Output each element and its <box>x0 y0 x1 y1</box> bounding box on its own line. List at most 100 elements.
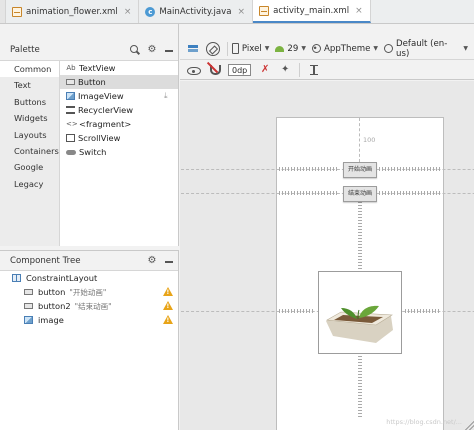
tab-animation-flower-xml[interactable]: animation_flower.xml × <box>6 0 140 23</box>
palette-category-common[interactable]: Common <box>0 61 59 78</box>
minimize-icon[interactable] <box>164 256 174 266</box>
xml-file-icon <box>12 6 22 17</box>
constraint-layout-icon <box>12 274 21 282</box>
constraint-spring <box>379 167 441 171</box>
palette-category-widgets[interactable]: Widgets <box>0 110 59 126</box>
palette-item-imageview[interactable]: ImageView <box>60 89 178 103</box>
close-icon[interactable]: × <box>124 7 132 17</box>
constraint-guide <box>359 118 360 162</box>
watermark: https://blog.csdn.net/... <box>386 418 462 426</box>
android-icon <box>275 45 285 52</box>
tree-node-image[interactable]: image <box>0 313 178 327</box>
textview-icon: Ab <box>66 64 76 72</box>
tree-node-constraintlayout[interactable]: ConstraintLayout <box>0 271 178 285</box>
tab-label: activity_main.xml <box>273 5 350 16</box>
chevron-down-icon: ▼ <box>264 45 270 52</box>
component-tree-body: ConstraintLayout button "开始动画" button2 "… <box>0 270 178 430</box>
theme-icon <box>311 44 321 53</box>
palette-item-label: RecyclerView <box>78 105 134 115</box>
api-level-dropdown[interactable]: 29 ▼ <box>275 44 306 54</box>
palette-items: Ab TextView Button ImageView RecyclerVie… <box>60 61 178 246</box>
switch-icon <box>66 149 76 155</box>
palette-category-text[interactable]: Text <box>0 77 59 93</box>
xml-file-icon <box>259 5 270 16</box>
constraint-toolbar: 0dp ✗ ✦ <box>180 60 474 80</box>
warning-icon[interactable] <box>163 315 173 324</box>
constraint-spring <box>358 202 362 270</box>
palette-item-recyclerview[interactable]: RecyclerView <box>60 103 178 117</box>
design-toolbar: Pixel ▼ 29 ▼ AppTheme ▼ Default (en-us) … <box>180 38 474 60</box>
palette-item-scrollview[interactable]: ScrollView <box>60 131 178 145</box>
clear-constraints-icon[interactable]: ✗ <box>258 63 272 77</box>
download-icon[interactable]: ⤓ <box>164 91 172 100</box>
palette-category-layouts[interactable]: Layouts <box>0 127 59 143</box>
close-icon[interactable]: × <box>238 7 246 17</box>
tab-label: animation_flower.xml <box>26 6 118 17</box>
palette-item-label: <fragment> <box>79 119 132 129</box>
infer-constraints-icon[interactable]: ✦ <box>278 63 292 77</box>
button-icon <box>24 289 33 295</box>
close-icon[interactable]: × <box>355 6 363 16</box>
palette-category-google[interactable]: Google <box>0 159 59 175</box>
design-canvas: 100 开始动画 结束动画 https://blog.csdn.net/... <box>180 81 474 430</box>
stop-animation-button[interactable]: 结束动画 <box>343 186 377 202</box>
tree-node-button[interactable]: button "开始动画" <box>0 285 178 299</box>
device-dropdown[interactable]: Pixel ▼ <box>231 43 270 54</box>
palette-item-label: ScrollView <box>78 133 121 143</box>
palette-item-fragment[interactable]: <> <fragment> <box>60 117 178 131</box>
palette-item-button[interactable]: Button <box>60 75 178 89</box>
palette-item-label: Switch <box>79 147 107 157</box>
tab-activity-main-xml[interactable]: activity_main.xml × <box>253 0 371 23</box>
resize-handle-icon[interactable] <box>464 420 474 430</box>
autoconnect-magnet-icon[interactable] <box>207 63 221 77</box>
orientation-icon[interactable] <box>205 41 220 56</box>
gear-icon[interactable]: ⚙ <box>147 45 157 55</box>
palette-panel: Palette ⚙ Common Text Buttons Widgets La… <box>0 24 179 246</box>
default-margin-field[interactable]: 0dp <box>228 63 252 76</box>
list-icon <box>66 106 75 114</box>
device-label: Pixel <box>241 43 262 54</box>
palette-item-textview[interactable]: Ab TextView <box>60 61 178 75</box>
palette-title: Palette <box>10 45 40 55</box>
constraint-spring <box>279 191 339 195</box>
tree-node-label: button2 <box>38 301 71 311</box>
guidelines-icon[interactable] <box>307 63 321 77</box>
eye-icon[interactable] <box>187 67 201 75</box>
gear-icon[interactable]: ⚙ <box>147 256 157 266</box>
constraint-spring <box>279 167 339 171</box>
locale-dropdown[interactable]: Default (en-us) ▼ <box>384 39 468 59</box>
chevron-down-icon: ▼ <box>373 45 379 52</box>
palette-categories: Common Text Buttons Widgets Layouts Cont… <box>0 61 60 246</box>
flower-pot-image <box>326 305 393 343</box>
palette-category-containers[interactable]: Containers <box>0 143 59 159</box>
tree-node-label: image <box>38 315 64 325</box>
palette-body: Common Text Buttons Widgets Layouts Cont… <box>0 60 178 246</box>
start-animation-button[interactable]: 开始动画 <box>343 162 377 178</box>
palette-item-switch[interactable]: Switch <box>60 145 178 159</box>
image-view[interactable] <box>318 271 402 354</box>
tree-node-button2[interactable]: button2 "结束动画" <box>0 299 178 313</box>
palette-category-buttons[interactable]: Buttons <box>0 94 59 110</box>
layers-icon[interactable] <box>186 41 200 56</box>
warning-icon[interactable] <box>163 301 173 310</box>
minimize-icon[interactable] <box>164 45 174 55</box>
constraint-spring <box>379 191 441 195</box>
component-tree-header: Component Tree ⚙ <box>0 251 178 271</box>
button-icon <box>24 303 33 309</box>
image-icon <box>66 92 75 100</box>
search-icon[interactable] <box>130 45 140 55</box>
palette-item-label: TextView <box>79 63 116 73</box>
theme-dropdown[interactable]: AppTheme ▼ <box>311 44 379 54</box>
button-icon <box>66 79 75 85</box>
chevron-down-icon: ▼ <box>463 45 468 52</box>
api-level-label: 29 <box>287 43 299 54</box>
tab-main-activity-java[interactable]: c MainActivity.java × <box>139 0 254 23</box>
warning-icon[interactable] <box>163 287 173 296</box>
tree-node-text: "结束动画" <box>74 301 112 311</box>
device-preview: 100 开始动画 结束动画 <box>181 117 474 430</box>
constraint-spring <box>279 309 315 313</box>
palette-category-legacy[interactable]: Legacy <box>0 176 59 192</box>
java-class-icon: c <box>145 6 156 17</box>
tab-label: MainActivity.java <box>159 6 232 17</box>
separator <box>299 62 301 77</box>
